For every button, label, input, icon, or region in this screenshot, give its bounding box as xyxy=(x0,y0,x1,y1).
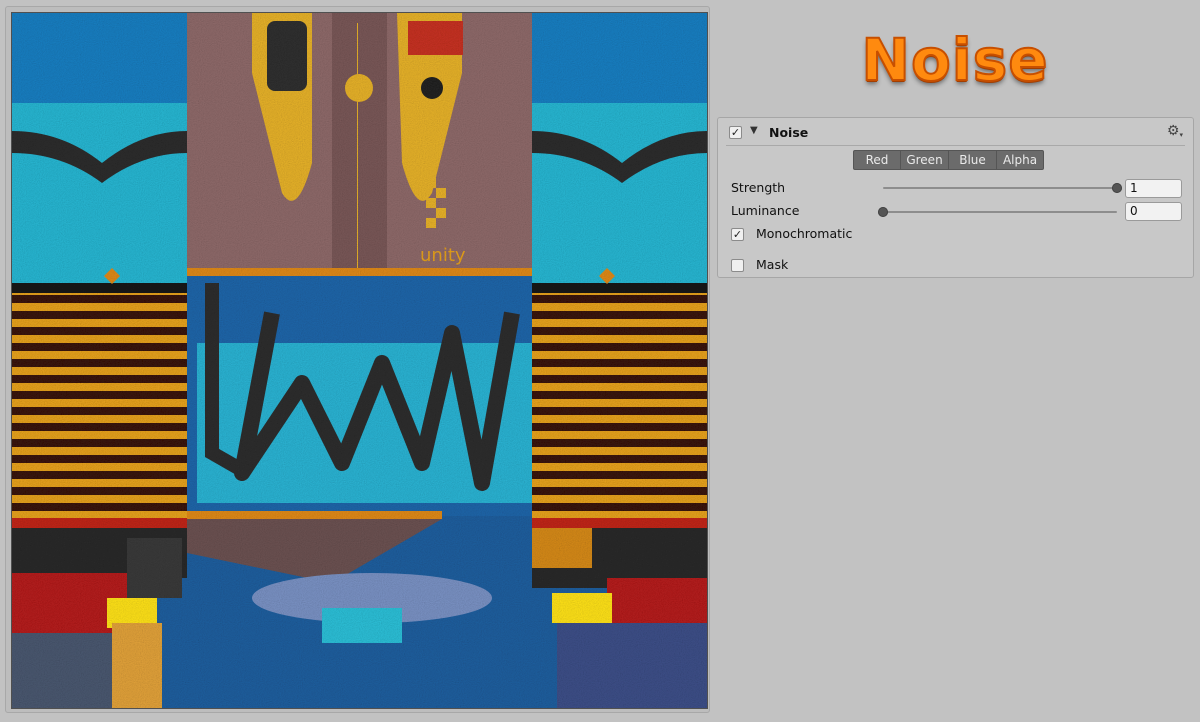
check-icon: ✓ xyxy=(730,126,741,139)
check-icon: ✓ xyxy=(732,228,743,241)
strength-label: Strength xyxy=(731,180,786,195)
luminance-value-field[interactable]: 0 xyxy=(1125,202,1182,221)
mask-checkbox[interactable] xyxy=(731,259,744,272)
channel-selector: Red Green Blue Alpha xyxy=(853,150,1044,170)
noise-inspector-panel: ✓ ▼ Noise ⚙▾ Red Green Blue Alpha Streng… xyxy=(717,117,1194,278)
channel-green-button[interactable]: Green xyxy=(900,150,948,170)
strength-value-field[interactable]: 1 xyxy=(1125,179,1182,198)
preview-watermark: unity xyxy=(420,245,466,266)
panel-header: ✓ ▼ Noise ⚙▾ xyxy=(726,121,1185,146)
monochromatic-checkbox[interactable]: ✓ xyxy=(731,228,744,241)
gear-glyph: ⚙ xyxy=(1166,123,1180,139)
monochromatic-label: Monochromatic xyxy=(756,226,853,241)
strength-slider[interactable] xyxy=(883,183,1122,193)
panel-title: Noise xyxy=(769,125,809,140)
mask-label: Mask xyxy=(756,257,789,272)
preview-frame: unity xyxy=(5,6,710,713)
strength-slider-thumb[interactable] xyxy=(1112,183,1122,193)
channel-alpha-button[interactable]: Alpha xyxy=(996,150,1044,170)
channel-red-button[interactable]: Red xyxy=(853,150,900,170)
noise-logo: Noise xyxy=(718,18,1192,102)
luminance-label: Luminance xyxy=(731,203,800,218)
enable-effect-checkbox[interactable]: ✓ xyxy=(729,126,742,139)
dropdown-caret-icon: ▾ xyxy=(1179,131,1183,139)
logo-text: Noise xyxy=(860,25,1049,95)
luminance-slider[interactable] xyxy=(878,207,1117,217)
luminance-slider-thumb[interactable] xyxy=(878,207,888,217)
texture-preview: unity xyxy=(11,12,708,709)
foldout-arrow-icon[interactable]: ▼ xyxy=(750,125,758,136)
channel-blue-button[interactable]: Blue xyxy=(948,150,996,170)
gear-icon[interactable]: ⚙▾ xyxy=(1167,123,1183,139)
